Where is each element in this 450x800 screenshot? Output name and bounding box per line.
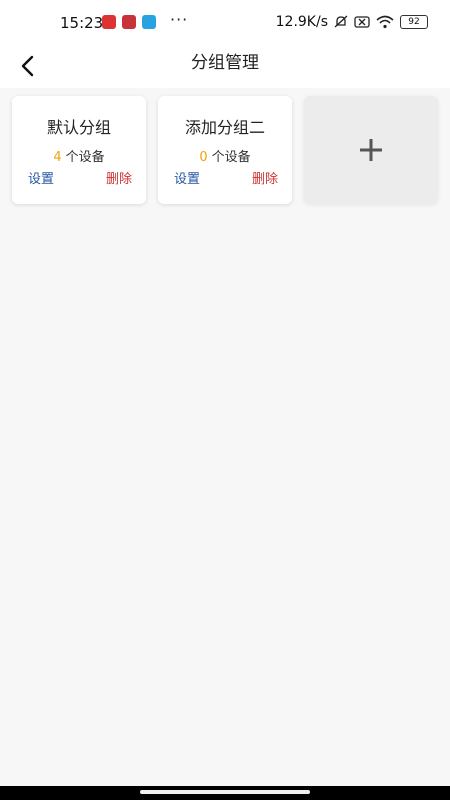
battery-icon: 92: [400, 15, 428, 29]
notification-icons: [102, 15, 156, 29]
status-right: 12.9K/s 92: [276, 14, 428, 30]
home-indicator[interactable]: [140, 790, 310, 794]
app-blue-icon: [142, 15, 156, 29]
device-count-number: 0: [199, 150, 208, 165]
add-group-button[interactable]: [304, 96, 438, 204]
status-time: 15:23: [60, 14, 104, 32]
device-count-unit: 个设备: [65, 150, 105, 165]
group-device-count: 0 个设备: [158, 146, 292, 165]
group-delete-button[interactable]: 删除: [252, 168, 278, 187]
taobao-icon: [122, 15, 136, 29]
app-header: 分组管理: [0, 44, 450, 88]
group-card-default[interactable]: 默认分组 4 个设备 设置 删除: [12, 96, 146, 204]
group-name: 添加分组二: [184, 118, 265, 137]
app-notification-icon: [102, 15, 116, 29]
group-delete-button[interactable]: 删除: [106, 168, 132, 187]
gesture-bar: [0, 786, 450, 800]
group-device-count: 4 个设备: [12, 146, 146, 165]
plus-icon: [360, 139, 382, 161]
group-name: 默认分组: [46, 118, 111, 137]
device-count-number: 4: [53, 150, 62, 165]
status-bar: 15:23 ··· 12.9K/s 92: [0, 0, 450, 44]
sim-off-icon: [354, 16, 370, 28]
page-title: 分组管理: [191, 53, 259, 73]
wifi-icon: [376, 15, 394, 29]
group-settings-button[interactable]: 设置: [28, 168, 54, 187]
more-notifications-icon: ···: [170, 10, 189, 29]
network-speed: 12.9K/s: [275, 14, 328, 30]
mute-icon: [334, 15, 348, 28]
group-grid: 默认分组 4 个设备 设置 删除 添加分组二 0 个设备 设置 删除: [12, 96, 438, 204]
group-card-second[interactable]: 添加分组二 0 个设备 设置 删除: [158, 96, 292, 204]
device-count-unit: 个设备: [211, 150, 251, 165]
group-settings-button[interactable]: 设置: [174, 168, 200, 187]
